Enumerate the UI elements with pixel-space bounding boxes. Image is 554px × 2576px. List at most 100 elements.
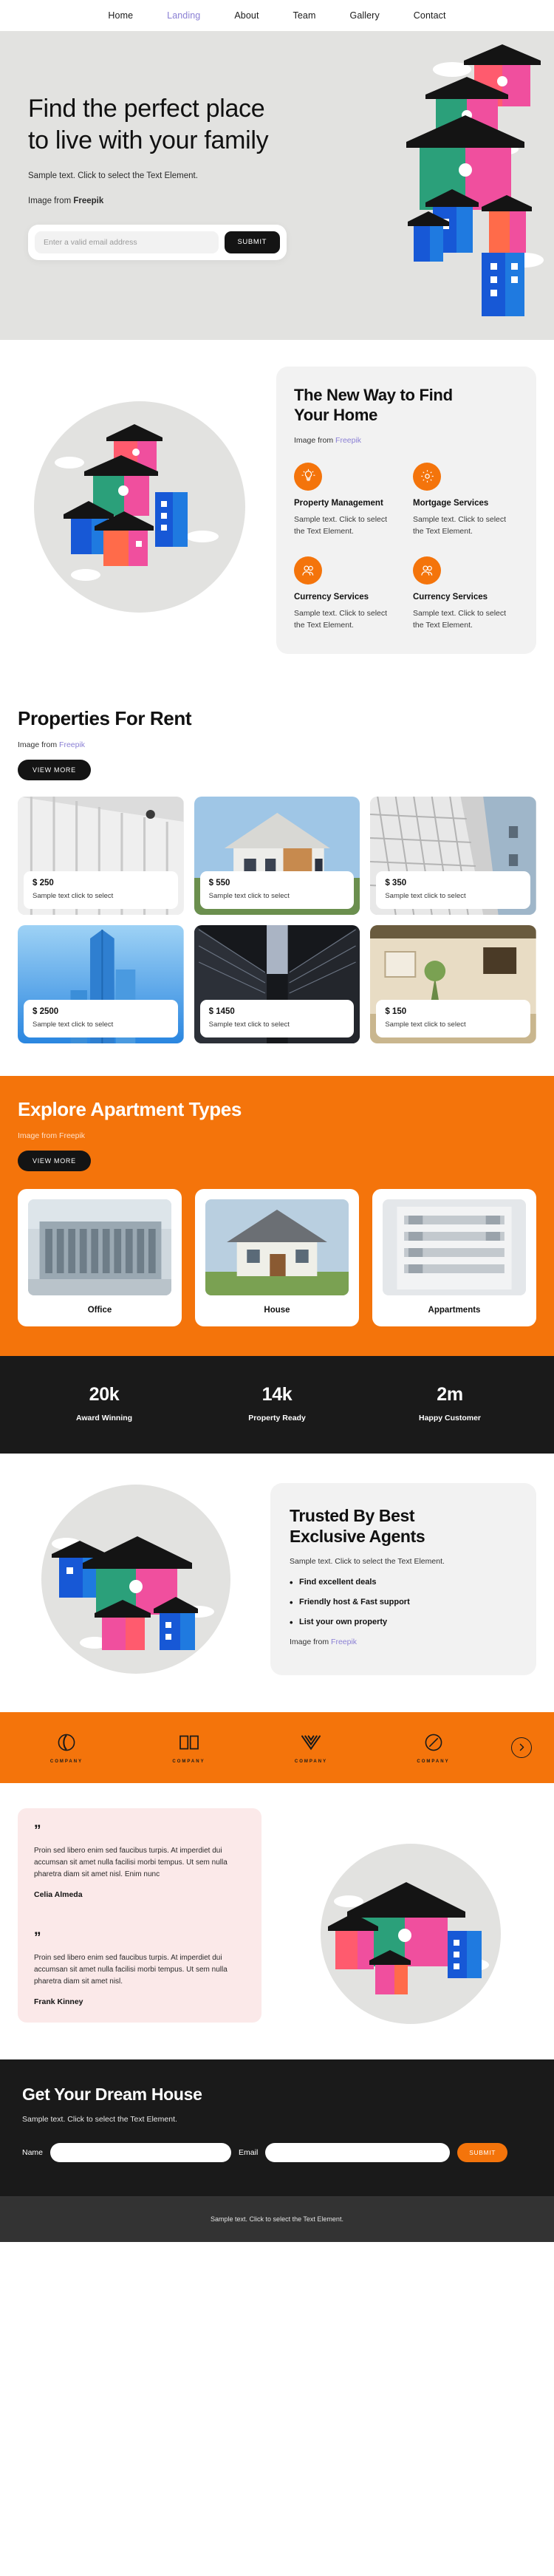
feature-item-mortgage-services[interactable]: Mortgage Services Sample text. Click to … bbox=[413, 462, 519, 538]
stats-section: 20k Award Winning 14k Property Ready 2m … bbox=[0, 1355, 554, 1454]
types-credit-link[interactable]: Freepik bbox=[59, 1131, 85, 1140]
property-info: $ 1450 Sample text click to select bbox=[199, 999, 355, 1037]
hero-subtitle: Sample text. Click to select the Text El… bbox=[28, 171, 198, 180]
property-desc: Sample text click to select bbox=[385, 1020, 466, 1029]
quote-icon: ” bbox=[34, 1930, 41, 1946]
stat-item-property-ready: 14k Property Ready bbox=[191, 1384, 363, 1422]
cta-section: Get Your Dream House Sample text. Click … bbox=[0, 2059, 554, 2196]
main-navigation: Home Landing About Team Gallery Contact bbox=[0, 0, 554, 31]
partner-logo-name: COMPANY bbox=[294, 1759, 328, 1764]
feature-desc: Sample text. Click to select the Text El… bbox=[413, 609, 507, 630]
trusted-benefit-item: Find excellent deals bbox=[290, 1577, 517, 1588]
hero-credit-link[interactable]: Freepik bbox=[73, 197, 103, 205]
people-icon bbox=[413, 556, 441, 585]
trusted-title-line2: Exclusive Agents bbox=[290, 1526, 425, 1546]
partner-logo-4[interactable]: COMPANY bbox=[389, 1731, 478, 1764]
feature-title: Mortgage Services bbox=[413, 498, 489, 508]
nav-item-home[interactable]: Home bbox=[108, 10, 133, 21]
feature-desc: Sample text. Click to select the Text El… bbox=[294, 609, 388, 630]
feature-desc: Sample text. Click to select the Text El… bbox=[294, 514, 388, 536]
property-price: $ 250 bbox=[33, 878, 54, 887]
partner-logo-3[interactable]: COMPANY bbox=[267, 1731, 355, 1764]
property-card[interactable]: $ 550 Sample text click to select bbox=[194, 796, 360, 915]
hero-title: Find the perfect place to live with your… bbox=[28, 93, 347, 157]
nav-item-team[interactable]: Team bbox=[293, 10, 316, 21]
property-card[interactable]: $ 1450 Sample text click to select bbox=[194, 924, 360, 1043]
property-card[interactable]: $ 150 Sample text click to select bbox=[370, 924, 536, 1043]
hero-title-line1: Find the perfect place bbox=[28, 95, 265, 123]
partner-logo-2[interactable]: COMPANY bbox=[145, 1731, 233, 1764]
find-home-card: The New Way to Find Your Home Image from… bbox=[276, 367, 536, 654]
feature-item-currency-services-2[interactable]: Currency Services Sample text. Click to … bbox=[413, 556, 519, 632]
property-desc: Sample text click to select bbox=[33, 1020, 114, 1029]
hero-section: Find the perfect place to live with your… bbox=[0, 31, 554, 340]
type-image bbox=[205, 1199, 349, 1295]
property-info: $ 350 Sample text click to select bbox=[376, 870, 530, 909]
property-info: $ 150 Sample text click to select bbox=[376, 999, 530, 1037]
nav-item-contact[interactable]: Contact bbox=[414, 10, 446, 21]
type-label: Office bbox=[87, 1305, 112, 1315]
hero-title-line2: to live with your family bbox=[28, 126, 269, 154]
trusted-benefit-item: List your own property bbox=[290, 1617, 517, 1628]
type-label: House bbox=[264, 1305, 290, 1315]
property-card[interactable]: $ 250 Sample text click to select bbox=[18, 796, 184, 915]
stat-item-award-winning: 20k Award Winning bbox=[18, 1384, 191, 1422]
hero-email-form: SUBMIT bbox=[28, 224, 287, 260]
cta-email-label: Email bbox=[239, 2147, 259, 2157]
types-credit-prefix: Image from bbox=[18, 1131, 60, 1140]
find-home-section: The New Way to Find Your Home Image from… bbox=[0, 340, 554, 688]
partner-logo-name: COMPANY bbox=[417, 1759, 450, 1764]
feature-item-property-management[interactable]: Property Management Sample text. Click t… bbox=[294, 462, 400, 538]
trusted-title: Trusted By Best Exclusive Agents bbox=[290, 1505, 517, 1547]
cta-name-input[interactable] bbox=[50, 2142, 232, 2162]
properties-credit-link[interactable]: Freepik bbox=[59, 740, 85, 749]
properties-view-more-button[interactable]: VIEW MORE bbox=[18, 759, 91, 780]
feature-title: Currency Services bbox=[413, 593, 488, 602]
partner-logo-1[interactable]: COMPANY bbox=[22, 1731, 111, 1764]
hero-submit-button[interactable]: SUBMIT bbox=[224, 231, 280, 253]
feature-item-currency-services-1[interactable]: Currency Services Sample text. Click to … bbox=[294, 556, 400, 632]
open-book-icon bbox=[145, 1731, 233, 1754]
types-title: Explore Apartment Types bbox=[18, 1097, 242, 1120]
nav-item-about[interactable]: About bbox=[234, 10, 259, 21]
cta-submit-button[interactable]: SUBMIT bbox=[457, 2142, 507, 2162]
find-credit-prefix: Image from bbox=[294, 435, 336, 445]
nav-item-landing[interactable]: Landing bbox=[167, 10, 200, 21]
circle-ring-icon bbox=[389, 1731, 478, 1754]
hero-image-credit: Image from Freepik bbox=[28, 197, 347, 205]
find-title-line2: Your Home bbox=[294, 405, 378, 424]
testimonials-list: ” Proin sed libero enim sed faucibus tur… bbox=[18, 1807, 261, 2030]
nav-item-gallery[interactable]: Gallery bbox=[350, 10, 380, 21]
property-card[interactable]: $ 350 Sample text click to select bbox=[370, 796, 536, 915]
find-illustration bbox=[18, 367, 261, 640]
find-credit-link[interactable]: Freepik bbox=[335, 436, 361, 445]
type-image bbox=[383, 1199, 526, 1295]
testimonial-author: Celia Almeda bbox=[34, 1890, 83, 1900]
cta-email-input[interactable] bbox=[265, 2142, 451, 2162]
partner-logo-name: COMPANY bbox=[49, 1759, 83, 1764]
type-card-office[interactable]: Office bbox=[18, 1188, 182, 1326]
testimonials-section: ” Proin sed libero enim sed faucibus tur… bbox=[0, 1782, 554, 2059]
page-footer: Sample text. Click to select the Text El… bbox=[0, 2195, 554, 2242]
cta-form: Name Email SUBMIT bbox=[22, 2142, 532, 2162]
property-desc: Sample text click to select bbox=[33, 891, 114, 900]
types-view-more-button[interactable]: VIEW MORE bbox=[18, 1150, 91, 1171]
type-card-house[interactable]: House bbox=[195, 1188, 359, 1326]
types-grid: Office House Appartments bbox=[18, 1188, 536, 1326]
next-arrow-icon[interactable] bbox=[511, 1737, 532, 1758]
trusted-credit-link[interactable]: Freepik bbox=[331, 1638, 357, 1646]
property-card[interactable]: $ 2500 Sample text click to select bbox=[18, 924, 184, 1043]
property-price: $ 550 bbox=[208, 878, 230, 887]
type-card-appartments[interactable]: Appartments bbox=[372, 1188, 536, 1326]
feature-title: Property Management bbox=[294, 498, 383, 508]
find-image-credit: Image from Freepik bbox=[294, 436, 519, 445]
testimonial-author: Frank Kinney bbox=[34, 1997, 83, 2007]
properties-image-credit: Image from Freepik bbox=[18, 740, 536, 749]
partner-logos-section: COMPANY COMPANY COMPANY COMPANY bbox=[0, 1711, 554, 1783]
trusted-illustration bbox=[18, 1483, 254, 1675]
property-price: $ 350 bbox=[385, 878, 407, 887]
hero-email-input[interactable] bbox=[35, 231, 219, 253]
cta-subtitle: Sample text. Click to select the Text El… bbox=[22, 2114, 177, 2124]
trusted-title-line1: Trusted By Best bbox=[290, 1505, 415, 1525]
property-price: $ 2500 bbox=[33, 1006, 59, 1016]
